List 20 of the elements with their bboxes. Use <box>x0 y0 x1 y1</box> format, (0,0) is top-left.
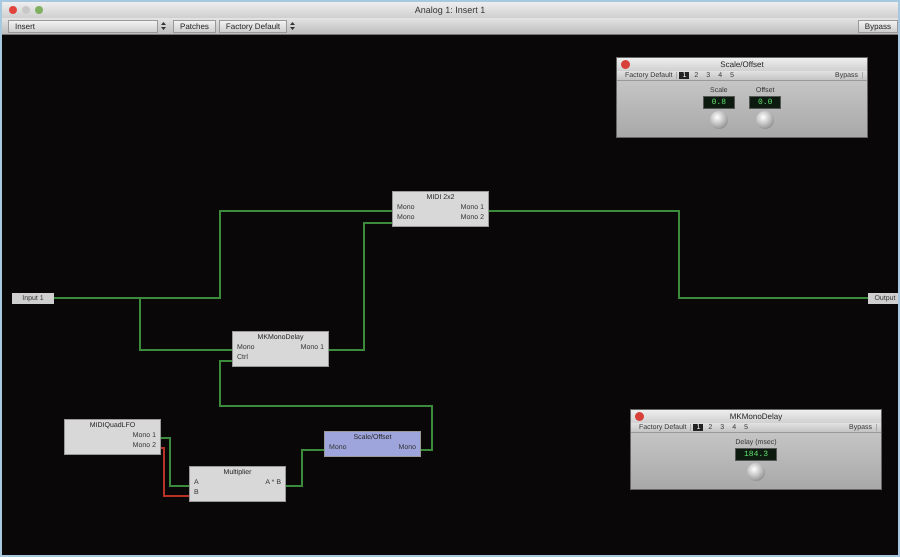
value-display[interactable]: 0.0 <box>749 96 782 109</box>
caret-icon <box>161 22 166 30</box>
knob[interactable] <box>756 111 774 129</box>
value-display[interactable]: 184.3 <box>734 448 777 461</box>
value-display[interactable]: 0.8 <box>702 96 735 109</box>
close-icon[interactable] <box>621 60 630 69</box>
insert-dropdown[interactable]: Insert <box>8 20 158 32</box>
plugin-title: MKMonoDelay <box>730 412 782 421</box>
patches-button[interactable]: Patches <box>173 20 216 32</box>
minimize-icon[interactable] <box>22 6 30 14</box>
plugin-title: Scale/Offset <box>720 60 764 69</box>
knob[interactable] <box>746 463 765 481</box>
close-icon[interactable] <box>635 412 644 421</box>
zoom-icon[interactable] <box>35 6 43 14</box>
caret-icon <box>290 22 296 30</box>
knob[interactable] <box>710 111 728 129</box>
close-icon[interactable] <box>9 6 17 14</box>
preset-dropdown[interactable]: Factory Default <box>218 20 288 32</box>
bypass-button[interactable]: Bypass <box>858 20 898 32</box>
window-title: Analog 1: Insert 1 <box>414 5 486 15</box>
